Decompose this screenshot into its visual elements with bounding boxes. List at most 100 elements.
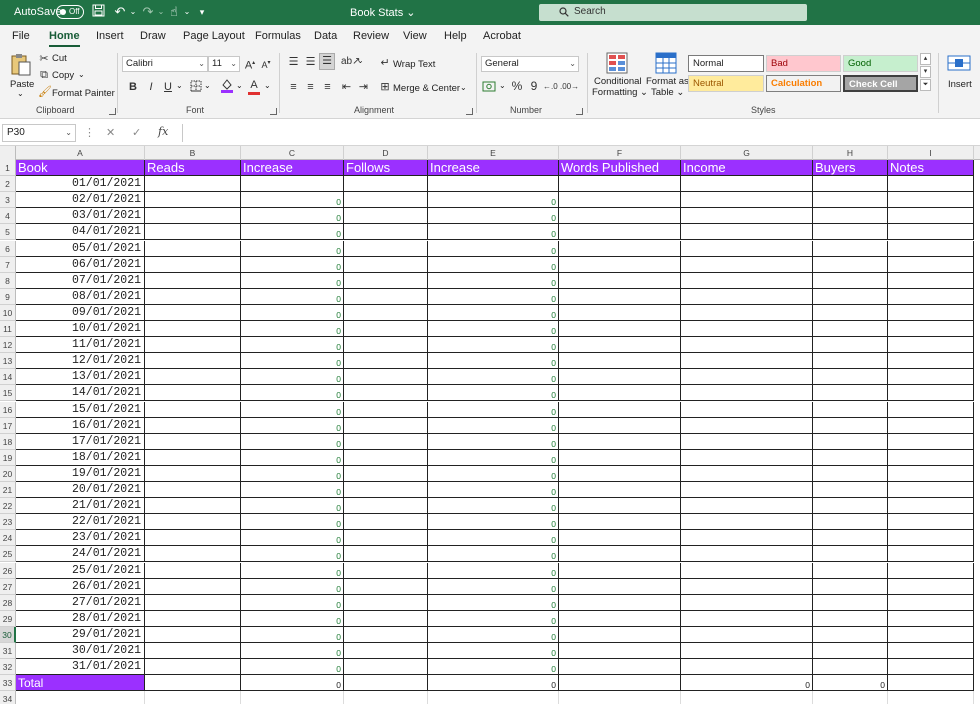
- cell-b6[interactable]: [145, 241, 241, 257]
- cell-e7[interactable]: 0: [428, 257, 559, 273]
- cell-h28[interactable]: [813, 595, 888, 611]
- cell-h11[interactable]: [813, 321, 888, 337]
- cell-e2[interactable]: [428, 176, 559, 192]
- cell-g8[interactable]: [681, 273, 813, 289]
- cell-b9[interactable]: [145, 289, 241, 305]
- cell-g12[interactable]: [681, 337, 813, 353]
- cell-i19[interactable]: [888, 450, 974, 466]
- undo-dropdown-icon[interactable]: ⌄: [125, 4, 141, 20]
- cell-a2[interactable]: 01/01/2021: [16, 176, 145, 192]
- cell-a8[interactable]: 07/01/2021: [16, 273, 145, 289]
- cell-a4[interactable]: 03/01/2021: [16, 208, 145, 224]
- cell-e11[interactable]: 0: [428, 321, 559, 337]
- cell-a1[interactable]: Book: [16, 160, 145, 176]
- cell-e8[interactable]: 0: [428, 273, 559, 289]
- cell-g9[interactable]: [681, 289, 813, 305]
- cell-a34[interactable]: [16, 691, 145, 704]
- cell-i15[interactable]: [888, 385, 974, 401]
- cell-c13[interactable]: 0: [241, 353, 344, 369]
- cell-i34[interactable]: [888, 691, 974, 704]
- cell-e17[interactable]: 0: [428, 418, 559, 434]
- row-header[interactable]: 11: [0, 321, 16, 337]
- cell-c28[interactable]: 0: [241, 595, 344, 611]
- cell-b17[interactable]: [145, 418, 241, 434]
- cell-f13[interactable]: [559, 353, 681, 369]
- paste-dropdown-icon[interactable]: ⌄: [17, 89, 24, 98]
- cell-a17[interactable]: 16/01/2021: [16, 418, 145, 434]
- row-header[interactable]: 27: [0, 579, 16, 595]
- style-normal[interactable]: Normal: [688, 55, 764, 72]
- cell-d24[interactable]: [344, 530, 428, 546]
- cell-b25[interactable]: [145, 546, 241, 562]
- cell-g16[interactable]: [681, 402, 813, 418]
- cell-i5[interactable]: [888, 224, 974, 240]
- cell-b23[interactable]: [145, 514, 241, 530]
- cell-h26[interactable]: [813, 563, 888, 579]
- copy-icon[interactable]: ⧉: [38, 68, 50, 82]
- style-bad[interactable]: Bad: [766, 55, 841, 72]
- cell-h1[interactable]: Buyers: [813, 160, 888, 176]
- cell-e19[interactable]: 0: [428, 450, 559, 466]
- tab-formulas[interactable]: Formulas: [255, 30, 301, 42]
- cell-g27[interactable]: [681, 579, 813, 595]
- cell-i10[interactable]: [888, 305, 974, 321]
- tab-data[interactable]: Data: [314, 30, 337, 42]
- cell-e33[interactable]: 0: [428, 675, 559, 691]
- cell-d31[interactable]: [344, 643, 428, 659]
- row-header[interactable]: 10: [0, 305, 16, 321]
- cell-g18[interactable]: [681, 434, 813, 450]
- decrease-indent-icon[interactable]: ⇤: [340, 80, 353, 94]
- autosave-toggle[interactable]: Off: [56, 5, 84, 19]
- cell-a15[interactable]: 14/01/2021: [16, 385, 145, 401]
- cell-c4[interactable]: 0: [241, 208, 344, 224]
- cell-c17[interactable]: 0: [241, 418, 344, 434]
- tab-insert[interactable]: Insert: [96, 30, 124, 42]
- cell-i22[interactable]: [888, 498, 974, 514]
- row-header[interactable]: 9: [0, 289, 16, 305]
- cell-a12[interactable]: 11/01/2021: [16, 337, 145, 353]
- cell-b4[interactable]: [145, 208, 241, 224]
- row-header[interactable]: 29: [0, 611, 16, 627]
- row-header[interactable]: 14: [0, 369, 16, 385]
- cell-e23[interactable]: 0: [428, 514, 559, 530]
- cell-h31[interactable]: [813, 643, 888, 659]
- cell-e6[interactable]: 0: [428, 241, 559, 257]
- cell-a7[interactable]: 06/01/2021: [16, 257, 145, 273]
- save-icon[interactable]: [90, 4, 106, 20]
- cell-e20[interactable]: 0: [428, 466, 559, 482]
- cell-a3[interactable]: 02/01/2021: [16, 192, 145, 208]
- cell-f5[interactable]: [559, 224, 681, 240]
- cell-a18[interactable]: 17/01/2021: [16, 434, 145, 450]
- cell-h17[interactable]: [813, 418, 888, 434]
- cell-a19[interactable]: 18/01/2021: [16, 450, 145, 466]
- document-title[interactable]: Book Stats ⌄: [350, 6, 415, 19]
- cell-d2[interactable]: [344, 176, 428, 192]
- cell-d25[interactable]: [344, 546, 428, 562]
- cell-h27[interactable]: [813, 579, 888, 595]
- styles-scroll-up-icon[interactable]: ▴: [920, 53, 931, 65]
- cell-f7[interactable]: [559, 257, 681, 273]
- cell-g19[interactable]: [681, 450, 813, 466]
- cell-c18[interactable]: 0: [241, 434, 344, 450]
- cell-i29[interactable]: [888, 611, 974, 627]
- cell-c8[interactable]: 0: [241, 273, 344, 289]
- cell-h12[interactable]: [813, 337, 888, 353]
- cell-c3[interactable]: 0: [241, 192, 344, 208]
- cell-h3[interactable]: [813, 192, 888, 208]
- cell-i20[interactable]: [888, 466, 974, 482]
- cell-e34[interactable]: [428, 691, 559, 704]
- cell-h25[interactable]: [813, 546, 888, 562]
- cell-e16[interactable]: 0: [428, 402, 559, 418]
- cell-e18[interactable]: 0: [428, 434, 559, 450]
- cell-f14[interactable]: [559, 369, 681, 385]
- row-header[interactable]: 24: [0, 530, 16, 546]
- cell-g21[interactable]: [681, 482, 813, 498]
- cell-b32[interactable]: [145, 659, 241, 675]
- cell-a31[interactable]: 30/01/2021: [16, 643, 145, 659]
- clipboard-launcher-icon[interactable]: [109, 108, 116, 115]
- select-all-corner[interactable]: [0, 146, 16, 160]
- cell-g26[interactable]: [681, 563, 813, 579]
- cell-d20[interactable]: [344, 466, 428, 482]
- cell-b31[interactable]: [145, 643, 241, 659]
- cell-f24[interactable]: [559, 530, 681, 546]
